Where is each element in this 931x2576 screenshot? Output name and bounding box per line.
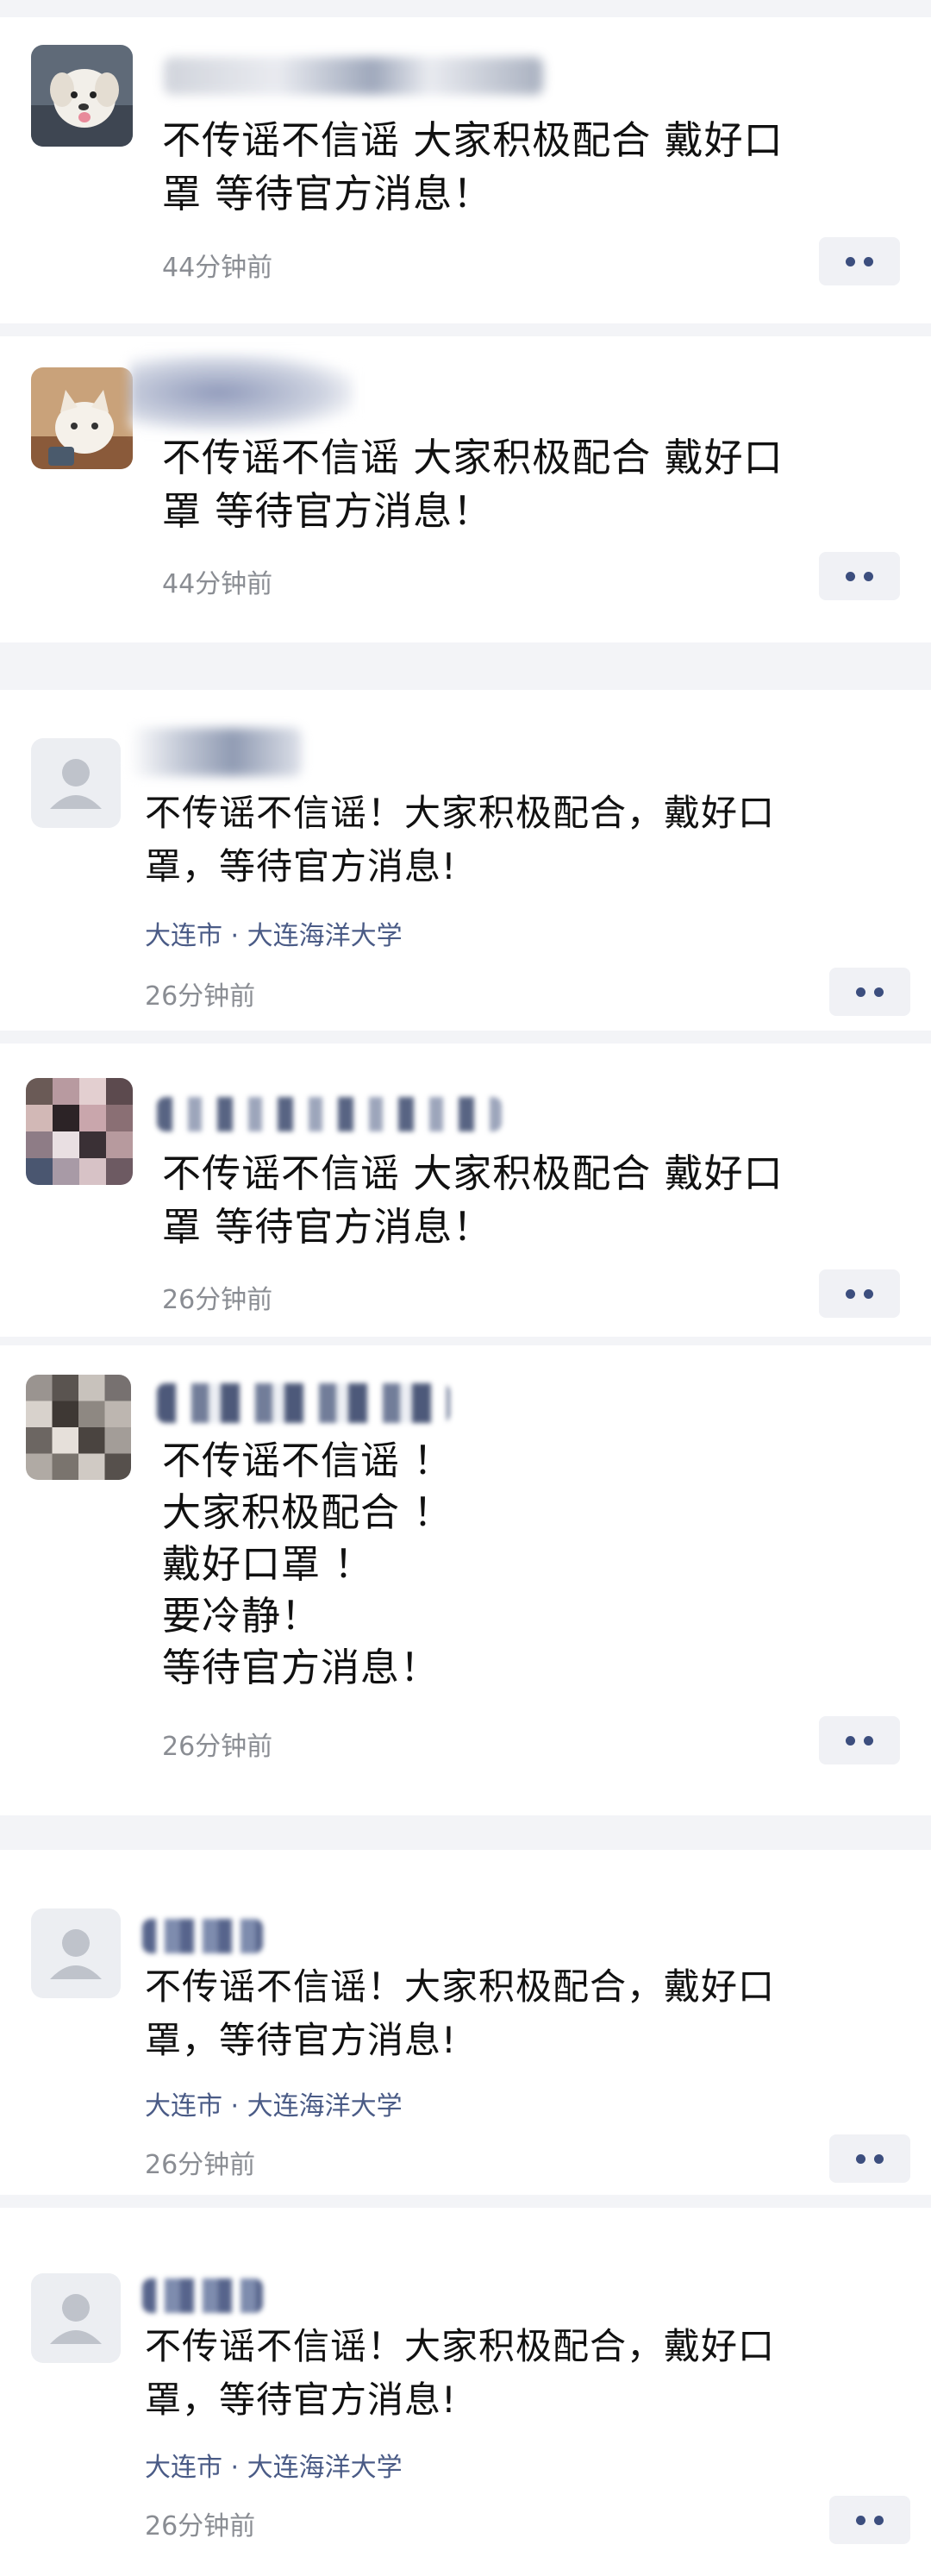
comment-text: 不传谣不信谣 ！ 大家积极配合 ！ 戴好口罩 ！ 要冷静！ 等待官方消息！ [162,1438,453,1690]
dog-photo-avatar[interactable] [31,45,133,147]
more-dots-icon[interactable] [819,1716,900,1764]
comment-time: 26分钟前 [162,1732,273,1762]
pixelated-photo-avatar[interactable] [26,1078,133,1185]
comment-feed: 不传谣不信谣 大家积极配合 戴好口 罩 等待官方消息！ 44分钟前 不传谣不信谣… [0,0,931,2576]
comment-card: 不传谣不信谣 大家积极配合 戴好口 罩 等待官方消息！ 26分钟前 [0,1044,931,1337]
more-dots-icon[interactable] [829,2496,910,2544]
comment-time: 44分钟前 [162,569,273,599]
comment-text: 不传谣不信谣！大家积极配合，戴好口 罩，等待官方消息! [145,1965,776,2061]
comment-card: 不传谣不信谣！大家积极配合，戴好口 罩，等待官方消息! 大连市 · 大连海洋大学… [0,690,931,1031]
comment-card: 不传谣不信谣 大家积极配合 戴好口 罩 等待官方消息！ 44分钟前 [0,336,931,642]
username-redacted[interactable] [142,1919,263,1953]
more-dots-icon[interactable] [829,2134,910,2183]
more-dots-icon[interactable] [829,968,910,1016]
comment-time: 26分钟前 [145,2511,256,2542]
cat-photo-avatar[interactable] [31,367,133,469]
comment-text: 不传谣不信谣！大家积极配合，戴好口 罩，等待官方消息! [145,792,776,887]
more-dots-icon[interactable] [819,1269,900,1318]
username-redacted[interactable] [164,57,543,95]
comment-time: 26分钟前 [145,2150,256,2180]
comment-text: 不传谣不信谣！大家积极配合，戴好口 罩，等待官方消息! [145,2325,776,2421]
comment-text: 不传谣不信谣 大家积极配合 戴好口 罩 等待官方消息！ [162,435,784,534]
comment-text: 不传谣不信谣 大家积极配合 戴好口 罩 等待官方消息！ [162,1150,784,1250]
comment-card: 不传谣不信谣！大家积极配合，戴好口 罩，等待官方消息! 大连市 · 大连海洋大学… [0,1850,931,2195]
default-user-avatar[interactable] [31,1908,121,1998]
comment-card: 不传谣不信谣 ！ 大家积极配合 ！ 戴好口罩 ！ 要冷静！ 等待官方消息！ 26… [0,1345,931,1815]
pixelated-photo-avatar[interactable] [26,1375,131,1480]
comment-time: 26分钟前 [145,981,256,1012]
location-link[interactable]: 大连市 · 大连海洋大学 [145,914,403,952]
comment-text: 不传谣不信谣 大家积极配合 戴好口 罩 等待官方消息！ [162,117,784,216]
default-user-avatar[interactable] [31,2273,121,2363]
comment-time: 26分钟前 [162,1285,273,1315]
location-link[interactable]: 大连市 · 大连海洋大学 [145,2446,403,2484]
username-redacted[interactable] [129,354,353,431]
more-dots-icon[interactable] [819,552,900,600]
comment-card: 不传谣不信谣 大家积极配合 戴好口 罩 等待官方消息！ 44分钟前 [0,17,931,323]
username-redacted[interactable] [142,2278,263,2313]
location-link[interactable]: 大连市 · 大连海洋大学 [145,2084,403,2122]
username-redacted[interactable] [157,1097,502,1131]
username-redacted[interactable] [129,728,302,776]
comment-card: 不传谣不信谣！大家积极配合，戴好口 罩，等待官方消息! 大连市 · 大连海洋大学… [0,2208,931,2576]
username-redacted[interactable] [157,1383,450,1423]
comment-time: 44分钟前 [162,253,273,283]
default-user-avatar[interactable] [31,738,121,828]
more-dots-icon[interactable] [819,237,900,285]
